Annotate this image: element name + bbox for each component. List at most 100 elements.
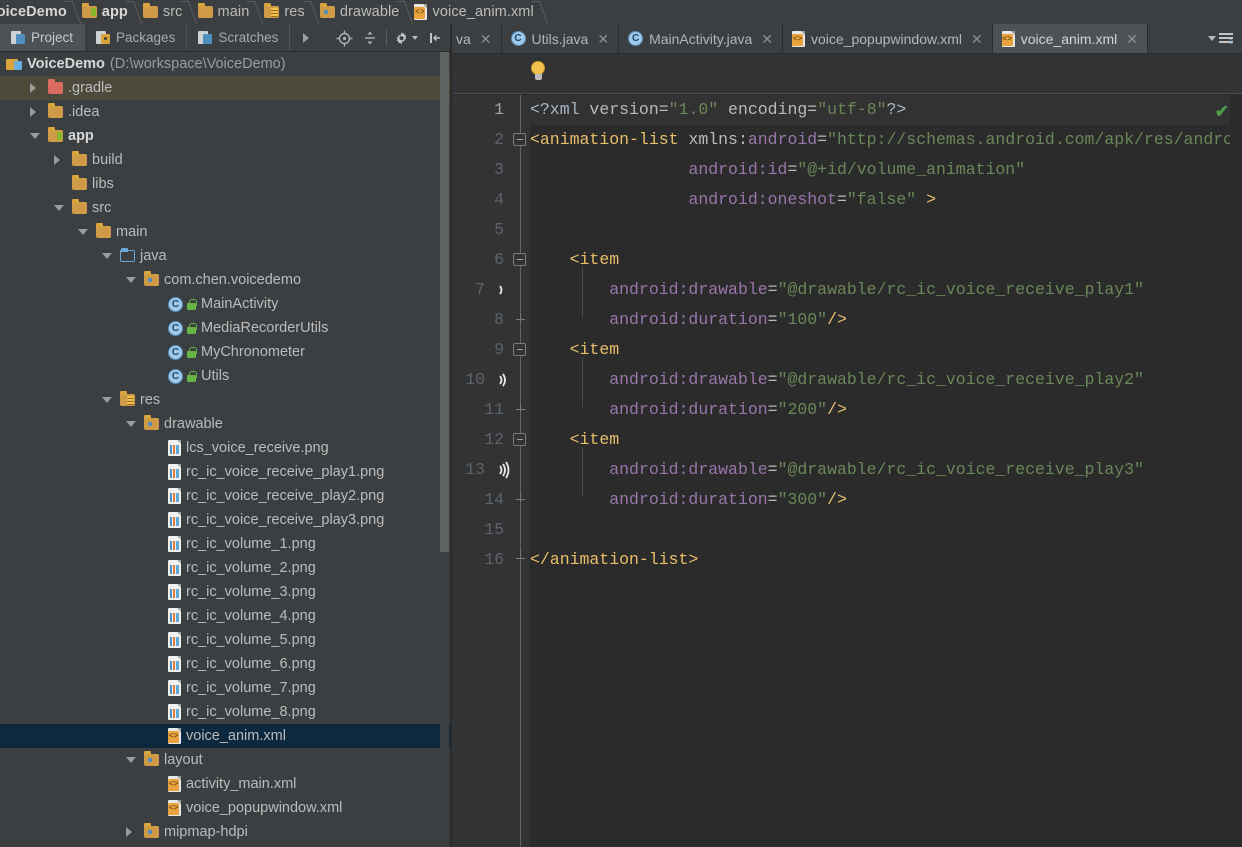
tree-item[interactable]: mipmap-hdpi bbox=[0, 820, 452, 844]
expand-arrow-expanded-icon[interactable] bbox=[102, 253, 120, 259]
gutter-row[interactable]: 15 bbox=[452, 515, 512, 545]
editor-tab-utils-java[interactable]: C Utils.java ✕ bbox=[502, 24, 620, 53]
expand-arrow-expanded-icon[interactable] bbox=[30, 133, 48, 139]
gutter-row[interactable]: 10 bbox=[452, 365, 512, 395]
editor-tab-voice-anim-xml[interactable]: <> voice_anim.xml ✕ bbox=[993, 24, 1148, 53]
code-line[interactable]: </animation-list> bbox=[530, 545, 1242, 575]
chevron-right-icon[interactable] bbox=[290, 24, 322, 51]
expand-arrow-expanded-icon[interactable] bbox=[78, 229, 96, 235]
close-icon[interactable]: ✕ bbox=[597, 32, 609, 46]
tree-item[interactable]: .idea bbox=[0, 100, 452, 124]
tree-item[interactable]: app bbox=[0, 124, 452, 148]
tree-item[interactable]: .gradle bbox=[0, 76, 452, 100]
gutter-row[interactable]: 5 bbox=[452, 215, 512, 245]
fold-cell[interactable] bbox=[512, 125, 530, 155]
expand-arrow-collapsed-icon[interactable] bbox=[30, 83, 48, 93]
project-tree[interactable]: VoiceDemo(D:\workspace\VoiceDemo).gradle… bbox=[0, 52, 452, 847]
tree-item[interactable]: CMainActivity bbox=[0, 292, 452, 316]
tree-item[interactable]: layout bbox=[0, 748, 452, 772]
editor-fold-column[interactable] bbox=[512, 95, 530, 847]
code-line[interactable]: <item bbox=[530, 335, 1242, 365]
sound-preview-icon[interactable] bbox=[494, 371, 512, 389]
tree-item[interactable]: rc_ic_voice_receive_play3.png bbox=[0, 508, 452, 532]
gutter-row[interactable]: 16 bbox=[452, 545, 512, 575]
tree-item[interactable]: rc_ic_voice_receive_play2.png bbox=[0, 484, 452, 508]
locate-icon[interactable] bbox=[331, 24, 357, 52]
breadcrumb-item-voicedemo[interactable]: VoiceDemo bbox=[0, 0, 69, 24]
gutter-row[interactable]: 9 bbox=[452, 335, 512, 365]
settings-gear-icon[interactable] bbox=[390, 24, 422, 52]
gutter-row[interactable]: 4 bbox=[452, 185, 512, 215]
fold-cell[interactable] bbox=[512, 485, 530, 515]
expand-arrow-collapsed-icon[interactable] bbox=[126, 827, 144, 837]
expand-arrow-expanded-icon[interactable] bbox=[54, 205, 72, 211]
editor-tab-mainactivity-java[interactable]: C MainActivity.java ✕ bbox=[619, 24, 783, 53]
code-line[interactable]: <?xml version="1.0" encoding="utf-8"?> bbox=[530, 95, 1242, 125]
expand-arrow-expanded-icon[interactable] bbox=[126, 757, 144, 763]
fold-collapse-icon[interactable] bbox=[513, 433, 526, 446]
tree-item[interactable]: rc_ic_volume_8.png bbox=[0, 700, 452, 724]
tree-item[interactable]: <>voice_anim.xml bbox=[0, 724, 452, 748]
gutter-row[interactable]: 14 bbox=[452, 485, 512, 515]
expand-arrow-collapsed-icon[interactable] bbox=[54, 155, 72, 165]
code-line[interactable] bbox=[530, 215, 1242, 245]
inspection-status-icon[interactable]: ✔ bbox=[1215, 102, 1229, 122]
gutter-row[interactable]: 2 bbox=[452, 125, 512, 155]
tree-item[interactable]: rc_ic_volume_7.png bbox=[0, 676, 452, 700]
fold-cell[interactable] bbox=[512, 155, 530, 185]
gutter-row[interactable]: 7 bbox=[452, 275, 512, 305]
breadcrumb-item-app[interactable]: app bbox=[78, 0, 130, 24]
code-line[interactable]: android:duration="200"/> bbox=[530, 395, 1242, 425]
tree-item[interactable]: CMediaRecorderUtils bbox=[0, 316, 452, 340]
lightbulb-icon[interactable] bbox=[530, 61, 546, 83]
code-line[interactable]: android:drawable="@drawable/rc_ic_voice_… bbox=[530, 275, 1242, 305]
tree-item[interactable]: <>voice_popupwindow.xml bbox=[0, 796, 452, 820]
tree-root-node[interactable]: VoiceDemo(D:\workspace\VoiceDemo) bbox=[0, 52, 452, 76]
fold-end-icon[interactable] bbox=[516, 319, 525, 328]
breadcrumb-item-drawable[interactable]: drawable bbox=[316, 0, 402, 24]
fold-collapse-icon[interactable] bbox=[513, 343, 526, 356]
tree-item[interactable]: rc_ic_volume_1.png bbox=[0, 532, 452, 556]
tree-scrollbar-thumb[interactable] bbox=[440, 52, 449, 552]
fold-cell[interactable] bbox=[512, 95, 530, 125]
tree-item[interactable]: res bbox=[0, 388, 452, 412]
gutter-row[interactable]: 8 bbox=[452, 305, 512, 335]
fold-cell[interactable] bbox=[512, 245, 530, 275]
fold-cell[interactable] bbox=[512, 275, 530, 305]
editor-tab-clipped[interactable]: va ✕ bbox=[452, 24, 502, 53]
close-icon[interactable]: ✕ bbox=[1126, 32, 1138, 46]
sound-preview-icon[interactable] bbox=[494, 461, 512, 479]
fold-collapse-icon[interactable] bbox=[513, 133, 526, 146]
breadcrumb-item-res[interactable]: res bbox=[260, 0, 306, 24]
fold-cell[interactable] bbox=[512, 395, 530, 425]
breadcrumb-item-voice-anim-xml[interactable]: <>voice_anim.xml bbox=[410, 0, 535, 24]
code-line[interactable] bbox=[530, 515, 1242, 545]
close-icon[interactable]: ✕ bbox=[480, 32, 492, 46]
code-line[interactable]: android:oneshot="false" > bbox=[530, 185, 1242, 215]
code-line[interactable]: android:duration="100"/> bbox=[530, 305, 1242, 335]
tool-tab-project[interactable]: Project bbox=[0, 24, 85, 51]
fold-cell[interactable] bbox=[512, 545, 530, 575]
gutter-row[interactable]: 6 bbox=[452, 245, 512, 275]
code-line[interactable]: android:drawable="@drawable/rc_ic_voice_… bbox=[530, 365, 1242, 395]
tree-item[interactable]: drawable bbox=[0, 412, 452, 436]
fold-cell[interactable] bbox=[512, 335, 530, 365]
tool-tab-scratches[interactable]: Scratches bbox=[187, 24, 290, 51]
close-icon[interactable]: ✕ bbox=[761, 32, 773, 46]
gutter-row[interactable]: 12 bbox=[452, 425, 512, 455]
fold-cell[interactable] bbox=[512, 215, 530, 245]
expand-arrow-expanded-icon[interactable] bbox=[126, 277, 144, 283]
expand-arrow-expanded-icon[interactable] bbox=[126, 421, 144, 427]
tree-item[interactable]: rc_ic_voice_receive_play1.png bbox=[0, 460, 452, 484]
fold-cell[interactable] bbox=[512, 185, 530, 215]
code-content[interactable]: <?xml version="1.0" encoding="utf-8"?><a… bbox=[530, 95, 1242, 847]
tree-item[interactable]: <>activity_main.xml bbox=[0, 772, 452, 796]
fold-collapse-icon[interactable] bbox=[513, 253, 526, 266]
collapse-all-icon[interactable] bbox=[357, 24, 383, 52]
tab-list-icon[interactable]: 3 bbox=[1201, 24, 1242, 53]
fold-cell[interactable] bbox=[512, 515, 530, 545]
close-icon[interactable]: ✕ bbox=[971, 32, 983, 46]
code-line[interactable]: <item bbox=[530, 245, 1242, 275]
sound-preview-icon[interactable] bbox=[494, 281, 512, 299]
expand-arrow-collapsed-icon[interactable] bbox=[30, 107, 48, 117]
